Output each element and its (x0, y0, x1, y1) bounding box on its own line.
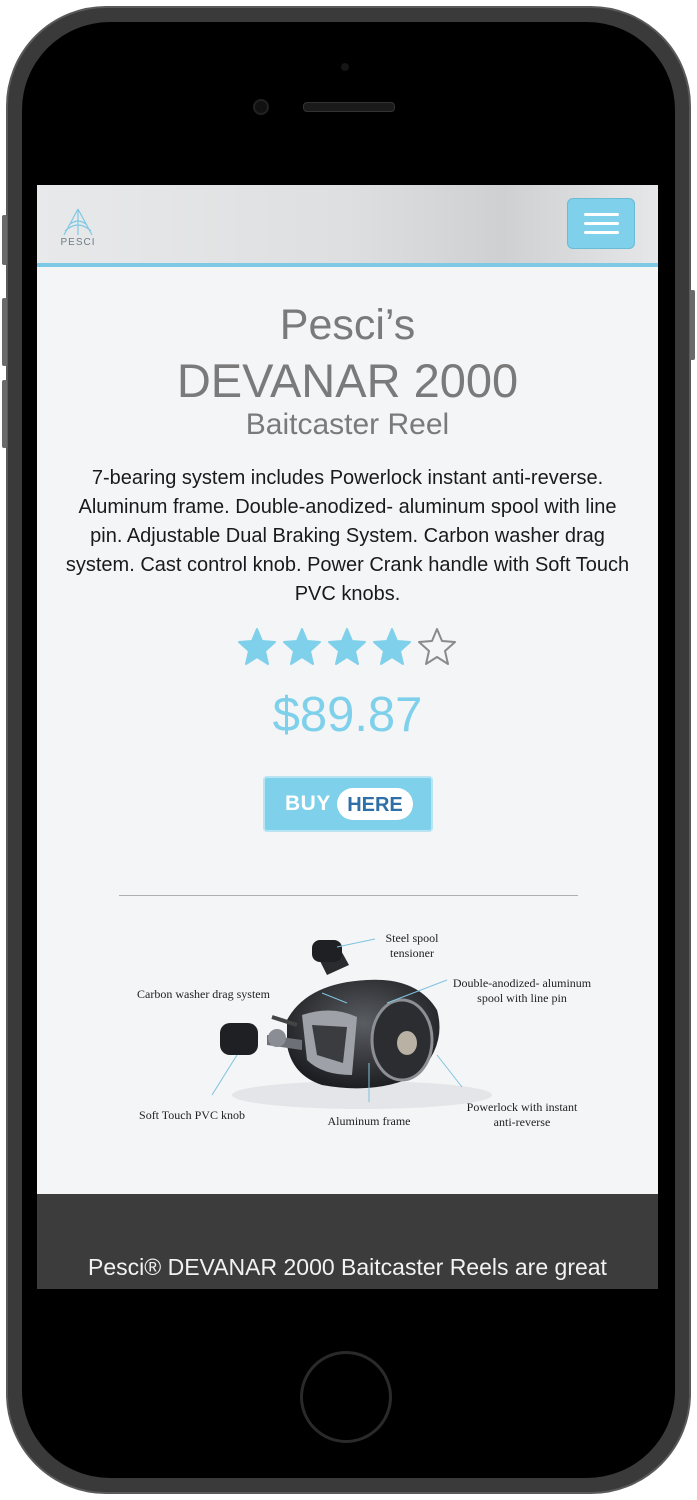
product-model: DEVANAR 2000 (176, 354, 519, 407)
product-type: Baitcaster Reel (245, 408, 450, 441)
label-double-anodized: Double-anodized- aluminum spool with lin… (452, 976, 592, 1005)
section-divider (119, 895, 578, 896)
star-filled-icon (328, 628, 366, 665)
hamburger-menu-icon (584, 213, 619, 216)
product-price: $89.87 (272, 688, 423, 742)
pesci-logo-icon (63, 208, 93, 236)
star-filled-icon (238, 628, 276, 665)
buy-pill: HERE (337, 788, 413, 820)
pesci-logo[interactable]: PESCI (57, 207, 99, 251)
screen: PESCI Pesci’s DEVANAR 2000 Baitcaster Re… (37, 185, 658, 1289)
label-steel-spool: Steel spool tensioner (385, 931, 439, 960)
star-empty-icon (418, 628, 456, 665)
label-carbon-washer: Carbon washer drag system (137, 987, 270, 1001)
home-button[interactable] (300, 1351, 392, 1443)
label-aluminum-frame: Aluminum frame (327, 1114, 411, 1128)
menu-button[interactable] (567, 198, 635, 249)
here-label: HERE (347, 794, 403, 816)
logo-text: PESCI (60, 237, 96, 248)
label-soft-touch: Soft Touch PVC knob (139, 1108, 245, 1122)
label-powerlock: Powerlock with instant anti-reverse (466, 1100, 578, 1129)
proximity-sensor (341, 63, 349, 71)
volume-down-button (2, 380, 7, 448)
star-rating (237, 627, 462, 671)
buy-label: BUY (285, 792, 331, 815)
reel-feature-diagram: Steel spool tensioner Carbon washer drag… (117, 925, 591, 1140)
volume-up-button (2, 298, 7, 366)
site-header: PESCI (37, 185, 658, 267)
hamburger-line (584, 222, 619, 225)
product-description: 7-bearing system includes Powerlock inst… (65, 467, 630, 605)
footer-teaser: Pesci® DEVANAR 2000 Baitcaster Reels are… (88, 1254, 607, 1280)
footer-section: Pesci® DEVANAR 2000 Baitcaster Reels are… (37, 1194, 658, 1289)
buy-here-button[interactable]: BUY HERE (263, 776, 433, 832)
power-button (690, 290, 695, 360)
mute-switch (2, 215, 7, 265)
star-filled-icon (283, 628, 321, 665)
star-filled-icon (373, 628, 411, 665)
hamburger-line (584, 231, 619, 234)
product-brand-line: Pesci’s (279, 301, 416, 349)
earpiece-speaker (303, 102, 395, 112)
front-camera (253, 99, 269, 115)
